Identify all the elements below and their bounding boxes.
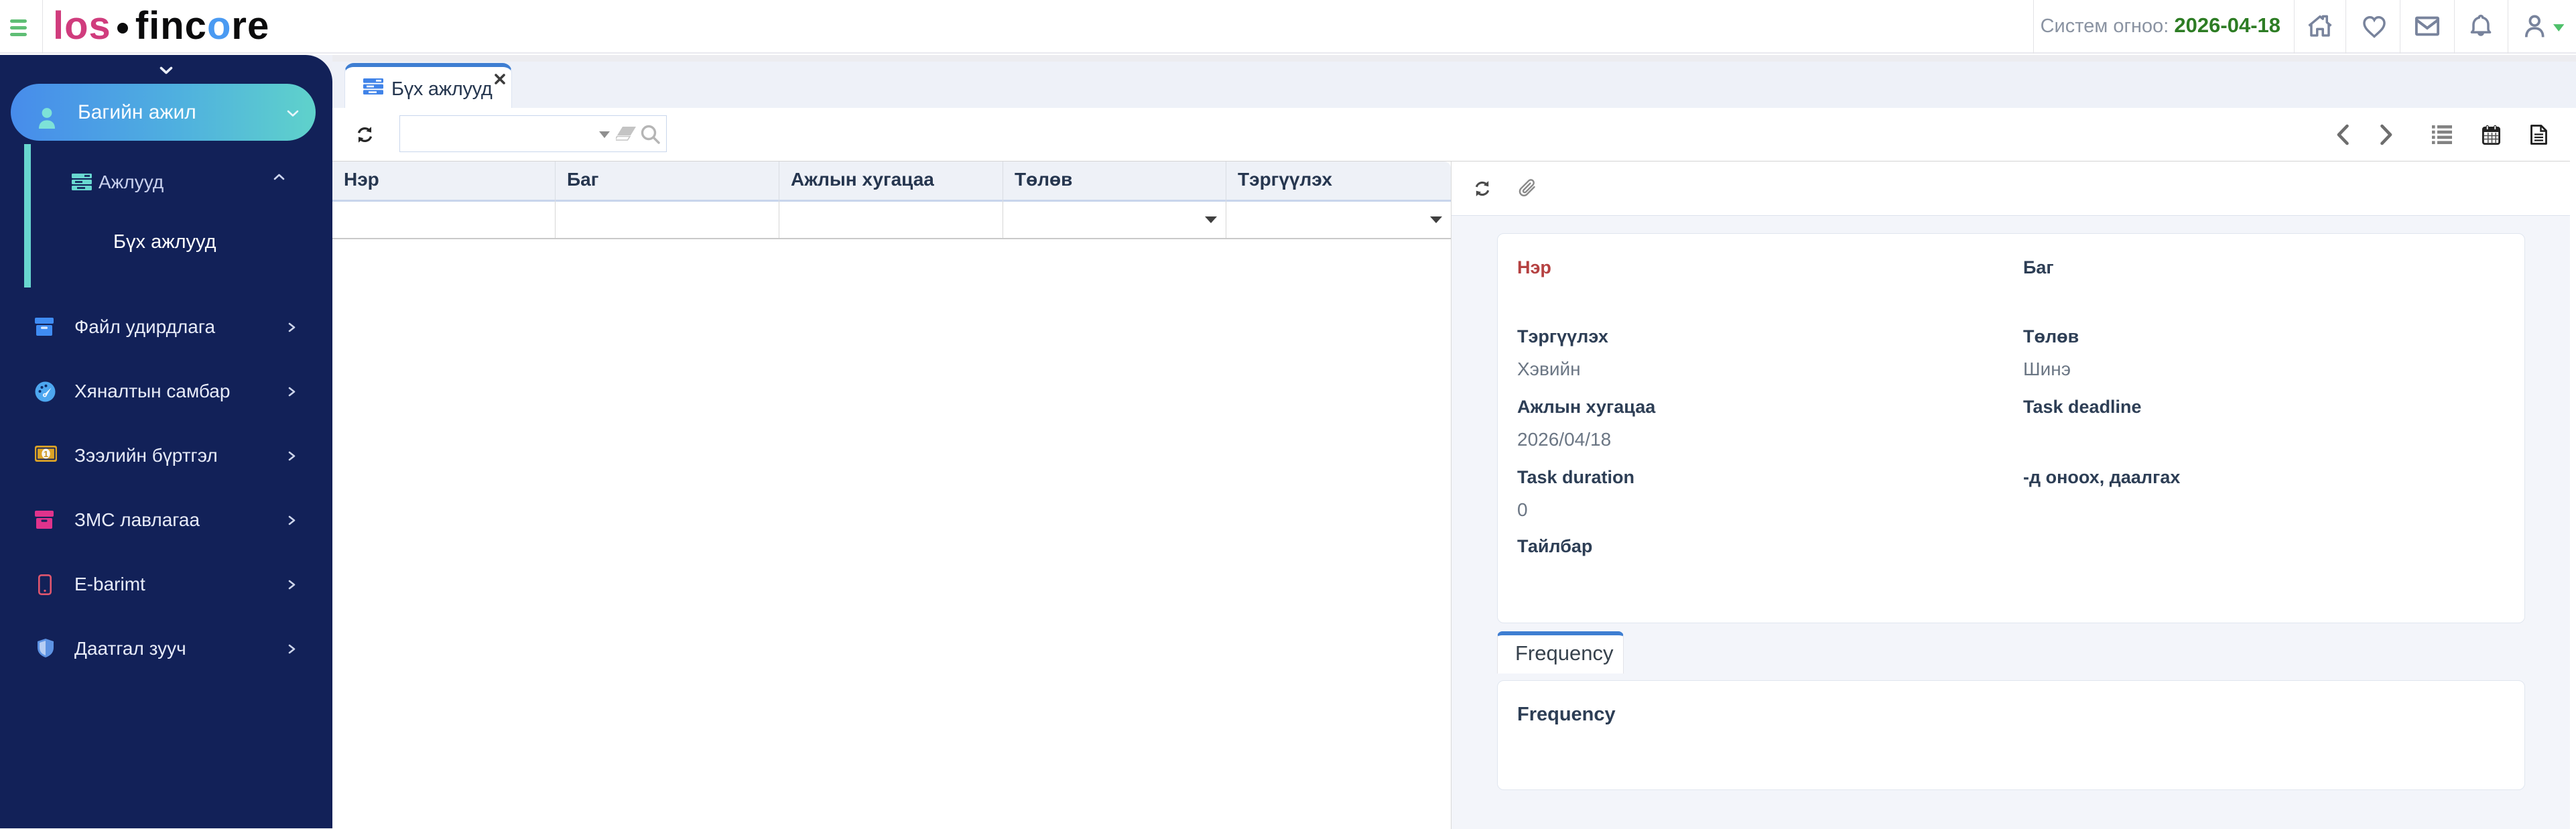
svg-text:1: 1	[44, 449, 48, 459]
